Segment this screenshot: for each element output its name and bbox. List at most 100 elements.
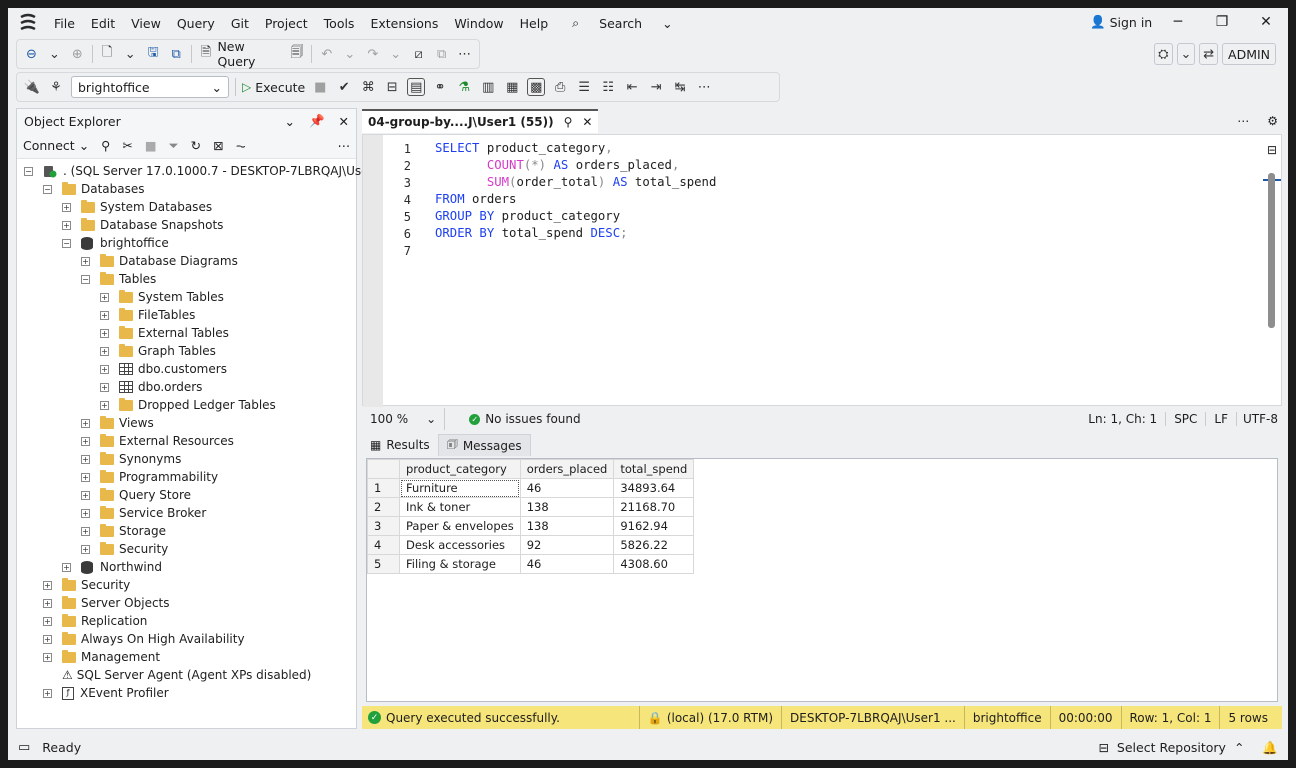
collapse-icon[interactable]: − xyxy=(24,166,33,176)
tree-brightoffice[interactable]: − brightoffice xyxy=(62,234,169,252)
uncomment-icon[interactable]: ☷ xyxy=(599,78,617,96)
client-stats-icon[interactable]: ▥ xyxy=(479,78,497,96)
activity-monitor-icon[interactable]: ⧄ xyxy=(410,45,427,63)
expand-icon[interactable]: + xyxy=(62,562,71,572)
expand-icon[interactable]: + xyxy=(81,454,90,464)
menu-query[interactable]: Query xyxy=(169,16,223,31)
line-ending[interactable]: LF xyxy=(1205,412,1236,426)
decrease-indent-icon[interactable]: ⇤ xyxy=(623,78,641,96)
menu-tools[interactable]: Tools xyxy=(316,16,363,31)
output-icon[interactable]: ▭ xyxy=(18,740,30,755)
tree-system-tables[interactable]: + System Tables xyxy=(100,288,224,306)
cell[interactable]: Paper & envelopes xyxy=(399,516,521,536)
expand-icon[interactable]: + xyxy=(100,292,109,302)
expand-icon[interactable]: + xyxy=(81,418,90,428)
issues-indicator[interactable]: ✓ No issues found xyxy=(469,412,581,426)
expand-icon[interactable]: + xyxy=(62,202,71,212)
specify-values-icon[interactable]: ↹ xyxy=(671,78,689,96)
split-editor-icon[interactable]: ⊟ xyxy=(1267,143,1277,157)
encoding[interactable]: UTF-8 xyxy=(1236,412,1282,426)
actual-plan-icon[interactable]: ⚭ xyxy=(431,78,449,96)
database-selector[interactable]: brightoffice ⌄ xyxy=(71,76,229,98)
tree-security[interactable]: + Security xyxy=(43,576,130,594)
tree-service-broker[interactable]: + Service Broker xyxy=(81,504,206,522)
tab-messages[interactable]: 🗊 Messages xyxy=(437,434,531,456)
expand-icon[interactable]: + xyxy=(81,436,90,446)
live-stats-icon[interactable]: ⚗ xyxy=(455,78,473,96)
cell[interactable]: Desk accessories xyxy=(399,535,521,555)
tree-northwind[interactable]: + Northwind xyxy=(62,558,162,576)
tree-always-on[interactable]: + Always On High Availability xyxy=(43,630,245,648)
more-icon[interactable]: ⋯ xyxy=(456,45,473,63)
cell[interactable]: 34893.64 xyxy=(613,478,695,498)
execute-button[interactable]: ▷ Execute xyxy=(242,80,305,95)
query-file-icon[interactable]: 🗐 xyxy=(289,45,306,63)
tab-results[interactable]: ▦ Results xyxy=(362,434,438,456)
back-icon[interactable]: ⊖ xyxy=(23,45,40,63)
connect-dropdown[interactable]: Connect ⌄ xyxy=(23,138,89,153)
expand-icon[interactable]: + xyxy=(81,526,90,536)
expand-icon[interactable]: + xyxy=(43,598,52,608)
expand-icon[interactable]: + xyxy=(100,400,109,410)
expand-icon[interactable]: + xyxy=(81,508,90,518)
cell[interactable]: 92 xyxy=(519,535,615,555)
expand-icon[interactable]: + xyxy=(81,256,90,266)
menu-file[interactable]: File xyxy=(46,16,83,31)
server-node[interactable]: − . (SQL Server 17.0.1000.7 - DESKTOP-7LB… xyxy=(24,162,386,180)
chevron-down-icon[interactable]: ⌄ xyxy=(46,45,63,63)
expand-icon[interactable]: + xyxy=(81,544,90,554)
tree-database-snapshots[interactable]: + Database Snapshots xyxy=(62,216,223,234)
tree-programmability[interactable]: + Programmability xyxy=(81,468,218,486)
parse-check-icon[interactable]: ✔ xyxy=(335,78,353,96)
pin-icon[interactable]: ⚲ xyxy=(564,115,573,129)
select-repository-button[interactable]: ⊟ Select Repository ⌃ xyxy=(1098,740,1244,755)
tree-external-resources[interactable]: + External Resources xyxy=(81,432,234,450)
summary-icon[interactable]: ⊠ xyxy=(213,138,223,153)
estimated-plan-icon[interactable]: ⌘ xyxy=(359,78,377,96)
pin-icon[interactable]: 📌 xyxy=(309,113,325,129)
cell[interactable]: 5826.22 xyxy=(613,535,695,555)
expand-icon[interactable]: + xyxy=(62,220,71,230)
refresh-icon[interactable]: ↻ xyxy=(191,138,201,153)
results-to-text-icon[interactable]: ▦ xyxy=(503,78,521,96)
tree-tables[interactable]: − Tables xyxy=(81,270,156,288)
chevron-down-icon[interactable]: ⌄ xyxy=(341,45,358,63)
save-icon[interactable]: 🖫 xyxy=(145,45,162,63)
chevron-down-icon[interactable]: ⌄ xyxy=(284,114,294,129)
query-document-tab[interactable]: 04-group-by....J\User1 (55)) ⚲ ✕ xyxy=(362,109,599,133)
tree-graph-tables[interactable]: + Graph Tables xyxy=(100,342,216,360)
forward-icon[interactable]: ⊕ xyxy=(69,45,86,63)
results-grid[interactable]: product_category orders_placed total_spe… xyxy=(366,458,1278,702)
menu-project[interactable]: Project xyxy=(257,16,316,31)
cell[interactable]: 138 xyxy=(519,497,615,517)
close-icon[interactable]: ✕ xyxy=(1256,14,1276,30)
cell[interactable]: Ink & toner xyxy=(399,497,521,517)
expand-icon[interactable]: + xyxy=(43,580,52,590)
tree-server-objects[interactable]: + Server Objects xyxy=(43,594,170,612)
cursor-position[interactable]: Ln: 1, Ch: 1 xyxy=(1080,412,1165,426)
more-icon[interactable]: ⋯ xyxy=(1237,114,1249,128)
cell[interactable]: 4308.60 xyxy=(613,554,695,574)
new-file-icon[interactable]: 🗋 xyxy=(99,45,116,63)
query-designer-icon[interactable]: ⊟ xyxy=(383,78,401,96)
filter-icon[interactable]: ⏷ xyxy=(169,138,179,154)
expand-icon[interactable]: + xyxy=(81,490,90,500)
zoom-dropdown[interactable]: 100 % ⌄ xyxy=(362,408,446,430)
whitespace-mode[interactable]: SPC xyxy=(1165,412,1205,426)
menu-view[interactable]: View xyxy=(123,16,169,31)
cell[interactable]: 138 xyxy=(519,516,615,536)
menu-help[interactable]: Help xyxy=(512,16,557,31)
chevron-down-icon[interactable]: ⌄ xyxy=(122,45,139,63)
live-share-icon[interactable]: ⇄ xyxy=(1199,43,1219,65)
increase-indent-icon[interactable]: ⇥ xyxy=(647,78,665,96)
tree-sql-agent[interactable]: ⚠ SQL Server Agent (Agent XPs disabled) xyxy=(62,666,311,684)
cell[interactable]: 9162.94 xyxy=(613,516,695,536)
tree-views[interactable]: + Views xyxy=(81,414,154,432)
tree-xevent-profiler[interactable]: + ƒ XEvent Profiler xyxy=(43,684,169,702)
cell[interactable]: Furniture xyxy=(399,478,521,498)
tree-synonyms[interactable]: + Synonyms xyxy=(81,450,181,468)
chevron-down-icon[interactable]: ⌄ xyxy=(1176,43,1196,65)
tree-database-diagrams[interactable]: + Database Diagrams xyxy=(81,252,238,270)
disconnect-icon[interactable]: ✂ xyxy=(122,138,132,153)
change-connection-icon[interactable]: ⚘ xyxy=(47,78,65,96)
